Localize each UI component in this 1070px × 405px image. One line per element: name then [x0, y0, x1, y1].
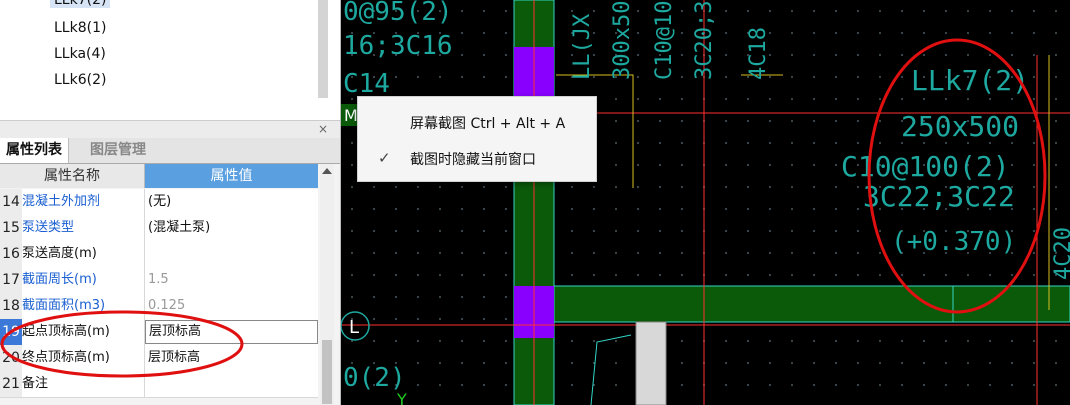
tree-item-llk7[interactable]: LLk7(2)	[50, 0, 111, 8]
check-icon: ✓	[378, 149, 391, 167]
horizontal-beam	[553, 285, 1070, 323]
property-name: 终点顶标高(m)	[22, 345, 145, 371]
header-property-name: 属性名称	[0, 164, 145, 188]
property-name: 泵送类型	[22, 215, 145, 241]
tree-item-llk8[interactable]: LLk8(1)	[54, 20, 106, 36]
property-row[interactable]: 20 终点顶标高(m) 层顶标高	[0, 345, 318, 372]
cad-drawing: LMY0@95(2)16;3C16C140(2)LL(JX 300x50 C10@1…	[341, 0, 1070, 405]
annotation-stirrup: C10@100(2)	[841, 150, 1010, 183]
row-number: 19	[0, 319, 22, 345]
cad-vertical-text: 4C18	[746, 27, 771, 80]
row-number: 16	[0, 241, 22, 267]
row-number: 21	[0, 371, 22, 397]
property-row[interactable]: 16 泵送高度(m)	[0, 241, 318, 268]
cad-vertical-text: C10@10	[652, 1, 677, 80]
cad-text: 16;3C16	[343, 31, 453, 61]
property-row[interactable]: 19 起点顶标高(m) 层顶标高	[0, 319, 318, 346]
property-value[interactable]: 1.5	[148, 267, 316, 293]
annotation-rebar: 3C22;3C22	[863, 180, 1015, 213]
property-name: 备注	[22, 371, 145, 397]
tree-scrollbar[interactable]	[318, 0, 328, 98]
outline-element	[590, 334, 632, 405]
grid-scrollbar[interactable]	[320, 164, 334, 405]
cad-canvas[interactable]: L M Y 0@95(2) 16;3C16 C14 0(2) LL(JX 300x50 C10@1…	[341, 0, 1070, 405]
property-name: 截面周长(m)	[22, 267, 145, 293]
wall-element	[635, 321, 667, 405]
cad-vertical-text: 3C20;3	[692, 1, 717, 80]
property-value[interactable]: 层顶标高	[145, 320, 318, 344]
cad-text: C14	[343, 69, 390, 99]
cad-text: 0@95(2)	[343, 0, 453, 27]
property-name: 混凝土外加剂	[22, 189, 145, 215]
property-value[interactable]	[148, 371, 316, 397]
annotation-size: 250x500	[901, 110, 1019, 143]
context-menu: 屏幕截图 Ctrl + Alt + A ✓ 截图时隐藏当前窗口	[357, 96, 597, 182]
left-panel: LLk7(2) LLk8(1) LLka(4) LLk6(2) × 属性列表 图…	[0, 0, 341, 405]
header-property-value: 属性值	[145, 164, 318, 188]
property-value[interactable]	[148, 241, 316, 267]
menu-item-screenshot[interactable]: 屏幕截图 Ctrl + Alt + A	[410, 113, 565, 133]
property-name: 起点顶标高(m)	[22, 319, 145, 345]
cad-vertical-text: 4C20	[1051, 227, 1070, 280]
property-row[interactable]: 15 泵送类型 (混凝土泵)	[0, 215, 318, 242]
close-icon[interactable]: ×	[318, 122, 328, 136]
property-row[interactable]: 18 截面面积(m3) 0.125	[0, 293, 318, 320]
row-number: 17	[0, 267, 22, 293]
row-number: 20	[0, 345, 22, 371]
tab-property-list[interactable]: 属性列表	[0, 138, 69, 163]
row-number: 18	[0, 293, 22, 319]
cad-text: 0(2)	[343, 363, 406, 393]
property-name: 泵送高度(m)	[22, 241, 145, 267]
row-number: 15	[0, 215, 22, 241]
property-value[interactable]: 0.125	[148, 293, 316, 319]
panel-tabs: 属性列表 图层管理	[0, 138, 340, 164]
menu-item-hide-window[interactable]: 截图时隐藏当前窗口	[410, 149, 536, 169]
property-row[interactable]: 17 截面周长(m) 1.5	[0, 267, 318, 294]
tab-layer-manager[interactable]: 图层管理	[84, 138, 152, 163]
component-tree: LLk7(2) LLk8(1) LLka(4) LLk6(2)	[0, 0, 340, 120]
cad-vertical-text: 300x50	[610, 1, 635, 80]
scroll-up-icon[interactable]	[322, 168, 332, 174]
property-name: 截面面积(m3)	[22, 293, 145, 319]
panel-splitter[interactable]: ×	[0, 120, 340, 139]
row-number: 14	[0, 189, 22, 215]
cad-vertical-text: LL(JX	[570, 13, 595, 80]
property-row[interactable]: 14 混凝土外加剂 (无)	[0, 189, 318, 216]
tree-item-llk6[interactable]: LLk6(2)	[54, 72, 106, 88]
annotation-elevation: (+0.370)	[891, 227, 1016, 257]
scroll-thumb[interactable]	[322, 340, 332, 404]
property-value[interactable]: (混凝土泵)	[148, 215, 316, 241]
property-value[interactable]: 层顶标高	[148, 345, 316, 371]
tree-item-llka[interactable]: LLka(4)	[54, 46, 106, 62]
property-value[interactable]: (无)	[148, 189, 316, 215]
axis-label-m: M	[344, 106, 358, 125]
axis-label-l: L	[349, 317, 359, 338]
grid-header: 属性名称 属性值	[0, 164, 318, 188]
property-row[interactable]: 21 备注	[0, 371, 318, 398]
